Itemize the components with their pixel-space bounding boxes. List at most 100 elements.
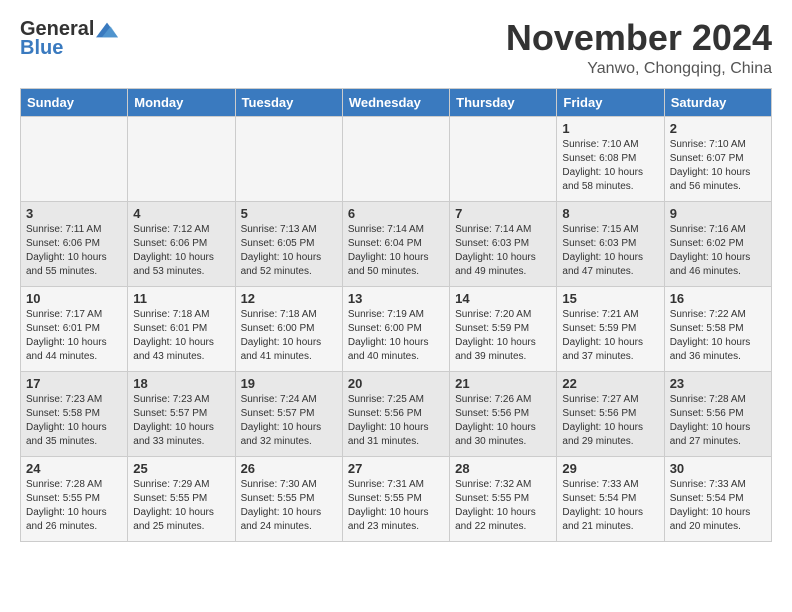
day-info: Sunrise: 7:20 AM Sunset: 5:59 PM Dayligh… (455, 308, 551, 364)
calendar-cell: 19Sunrise: 7:24 AM Sunset: 5:57 PM Dayli… (235, 371, 342, 456)
day-info: Sunrise: 7:28 AM Sunset: 5:56 PM Dayligh… (670, 393, 766, 449)
day-info: Sunrise: 7:33 AM Sunset: 5:54 PM Dayligh… (562, 478, 658, 534)
calendar-cell: 1 Sunrise: 7:10 AM Sunset: 6:08 PM Daylig… (557, 116, 664, 201)
day-number: 14 (455, 291, 551, 306)
calendar-cell (21, 116, 128, 201)
calendar-cell (235, 116, 342, 201)
calendar-table: SundayMondayTuesdayWednesdayThursdayFrid… (20, 88, 772, 542)
logo: General Blue (20, 18, 118, 60)
day-number: 20 (348, 376, 444, 391)
day-number: 25 (133, 461, 229, 476)
calendar-cell: 10 Sunrise: 7:17 AM Sunset: 6:01 PM Dayli… (21, 286, 128, 371)
day-info: Sunrise: 7:21 AM Sunset: 5:59 PM Dayligh… (562, 308, 658, 364)
calendar-cell: 13 Sunrise: 7:19 AM Sunset: 6:00 PM Dayli… (342, 286, 449, 371)
day-info: Sunrise: 7:23 AM Sunset: 5:58 PM Dayligh… (26, 393, 122, 449)
day-number: 5 (241, 206, 337, 221)
day-info: Sunrise: 7:14 AM Sunset: 6:03 PM Dayligh… (455, 223, 551, 279)
calendar-cell: 7 Sunrise: 7:14 AM Sunset: 6:03 PM Daylig… (450, 201, 557, 286)
day-number: 7 (455, 206, 551, 221)
day-number: 1 (562, 121, 658, 136)
day-number: 11 (133, 291, 229, 306)
day-header-sunday: Sunday (21, 88, 128, 116)
calendar-cell: 17 Sunrise: 7:23 AM Sunset: 5:58 PM Dayli… (21, 371, 128, 456)
calendar-cell: 12 Sunrise: 7:18 AM Sunset: 6:00 PM Dayli… (235, 286, 342, 371)
calendar-cell: 27 Sunrise: 7:31 AM Sunset: 5:55 PM Dayli… (342, 456, 449, 541)
calendar-cell: 9 Sunrise: 7:16 AM Sunset: 6:02 PM Daylig… (664, 201, 771, 286)
title-block: November 2024 Yanwo, Chongqing, China (506, 18, 772, 78)
calendar-cell: 5 Sunrise: 7:13 AM Sunset: 6:05 PM Daylig… (235, 201, 342, 286)
day-info: Sunrise: 7:16 AM Sunset: 6:02 PM Dayligh… (670, 223, 766, 279)
calendar-cell: 29 Sunrise: 7:33 AM Sunset: 5:54 PM Dayli… (557, 456, 664, 541)
day-header-thursday: Thursday (450, 88, 557, 116)
day-number: 2 (670, 121, 766, 136)
day-number: 8 (562, 206, 658, 221)
calendar-week-3: 10 Sunrise: 7:17 AM Sunset: 6:01 PM Dayli… (21, 286, 772, 371)
day-number: 12 (241, 291, 337, 306)
calendar-cell: 30Sunrise: 7:33 AM Sunset: 5:54 PM Dayli… (664, 456, 771, 541)
calendar-cell: 2 Sunrise: 7:10 AM Sunset: 6:07 PM Daylig… (664, 116, 771, 201)
day-info: Sunrise: 7:30 AM Sunset: 5:55 PM Dayligh… (241, 478, 337, 534)
day-header-saturday: Saturday (664, 88, 771, 116)
day-info: Sunrise: 7:15 AM Sunset: 6:03 PM Dayligh… (562, 223, 658, 279)
day-info: Sunrise: 7:22 AM Sunset: 5:58 PM Dayligh… (670, 308, 766, 364)
day-info: Sunrise: 7:26 AM Sunset: 5:56 PM Dayligh… (455, 393, 551, 449)
calendar-cell: 6Sunrise: 7:14 AM Sunset: 6:04 PM Daylig… (342, 201, 449, 286)
day-info: Sunrise: 7:24 AM Sunset: 5:57 PM Dayligh… (241, 393, 337, 449)
day-info: Sunrise: 7:10 AM Sunset: 6:07 PM Dayligh… (670, 138, 766, 194)
day-header-friday: Friday (557, 88, 664, 116)
header: General Blue November 2024 Yanwo, Chongq… (0, 0, 792, 88)
day-info: Sunrise: 7:28 AM Sunset: 5:55 PM Dayligh… (26, 478, 122, 534)
day-info: Sunrise: 7:13 AM Sunset: 6:05 PM Dayligh… (241, 223, 337, 279)
day-number: 22 (562, 376, 658, 391)
day-number: 26 (241, 461, 337, 476)
calendar-week-2: 3Sunrise: 7:11 AM Sunset: 6:06 PM Daylig… (21, 201, 772, 286)
day-info: Sunrise: 7:31 AM Sunset: 5:55 PM Dayligh… (348, 478, 444, 534)
day-info: Sunrise: 7:18 AM Sunset: 6:00 PM Dayligh… (241, 308, 337, 364)
calendar-cell: 22 Sunrise: 7:27 AM Sunset: 5:56 PM Dayli… (557, 371, 664, 456)
day-number: 18 (133, 376, 229, 391)
calendar-cell: 20Sunrise: 7:25 AM Sunset: 5:56 PM Dayli… (342, 371, 449, 456)
calendar-wrapper: SundayMondayTuesdayWednesdayThursdayFrid… (0, 88, 792, 552)
day-number: 17 (26, 376, 122, 391)
day-number: 29 (562, 461, 658, 476)
month-title: November 2024 (506, 18, 772, 58)
day-number: 23 (670, 376, 766, 391)
day-number: 27 (348, 461, 444, 476)
location: Yanwo, Chongqing, China (506, 60, 772, 78)
day-number: 15 (562, 291, 658, 306)
day-info: Sunrise: 7:29 AM Sunset: 5:55 PM Dayligh… (133, 478, 229, 534)
day-number: 21 (455, 376, 551, 391)
day-info: Sunrise: 7:27 AM Sunset: 5:56 PM Dayligh… (562, 393, 658, 449)
day-header-wednesday: Wednesday (342, 88, 449, 116)
calendar-cell: 3Sunrise: 7:11 AM Sunset: 6:06 PM Daylig… (21, 201, 128, 286)
day-number: 4 (133, 206, 229, 221)
calendar-cell (342, 116, 449, 201)
day-number: 10 (26, 291, 122, 306)
calendar-week-5: 24Sunrise: 7:28 AM Sunset: 5:55 PM Dayli… (21, 456, 772, 541)
calendar-cell: 21 Sunrise: 7:26 AM Sunset: 5:56 PM Dayli… (450, 371, 557, 456)
day-info: Sunrise: 7:17 AM Sunset: 6:01 PM Dayligh… (26, 308, 122, 364)
calendar-week-1: 1 Sunrise: 7:10 AM Sunset: 6:08 PM Daylig… (21, 116, 772, 201)
day-number: 30 (670, 461, 766, 476)
calendar-cell: 28Sunrise: 7:32 AM Sunset: 5:55 PM Dayli… (450, 456, 557, 541)
calendar-week-4: 17 Sunrise: 7:23 AM Sunset: 5:58 PM Dayli… (21, 371, 772, 456)
day-header-monday: Monday (128, 88, 235, 116)
calendar-cell: 15 Sunrise: 7:21 AM Sunset: 5:59 PM Dayli… (557, 286, 664, 371)
day-number: 3 (26, 206, 122, 221)
day-info: Sunrise: 7:12 AM Sunset: 6:06 PM Dayligh… (133, 223, 229, 279)
day-info: Sunrise: 7:19 AM Sunset: 6:00 PM Dayligh… (348, 308, 444, 364)
day-number: 9 (670, 206, 766, 221)
day-number: 13 (348, 291, 444, 306)
calendar-header-row: SundayMondayTuesdayWednesdayThursdayFrid… (21, 88, 772, 116)
calendar-cell: 14 Sunrise: 7:20 AM Sunset: 5:59 PM Dayli… (450, 286, 557, 371)
day-number: 28 (455, 461, 551, 476)
day-info: Sunrise: 7:23 AM Sunset: 5:57 PM Dayligh… (133, 393, 229, 449)
calendar-cell: 25 Sunrise: 7:29 AM Sunset: 5:55 PM Dayli… (128, 456, 235, 541)
day-number: 16 (670, 291, 766, 306)
calendar-cell: 8 Sunrise: 7:15 AM Sunset: 6:03 PM Daylig… (557, 201, 664, 286)
calendar-cell (128, 116, 235, 201)
calendar-cell: 4 Sunrise: 7:12 AM Sunset: 6:06 PM Daylig… (128, 201, 235, 286)
day-info: Sunrise: 7:10 AM Sunset: 6:08 PM Dayligh… (562, 138, 658, 194)
calendar-cell: 16 Sunrise: 7:22 AM Sunset: 5:58 PM Dayli… (664, 286, 771, 371)
calendar-cell: 26 Sunrise: 7:30 AM Sunset: 5:55 PM Dayli… (235, 456, 342, 541)
